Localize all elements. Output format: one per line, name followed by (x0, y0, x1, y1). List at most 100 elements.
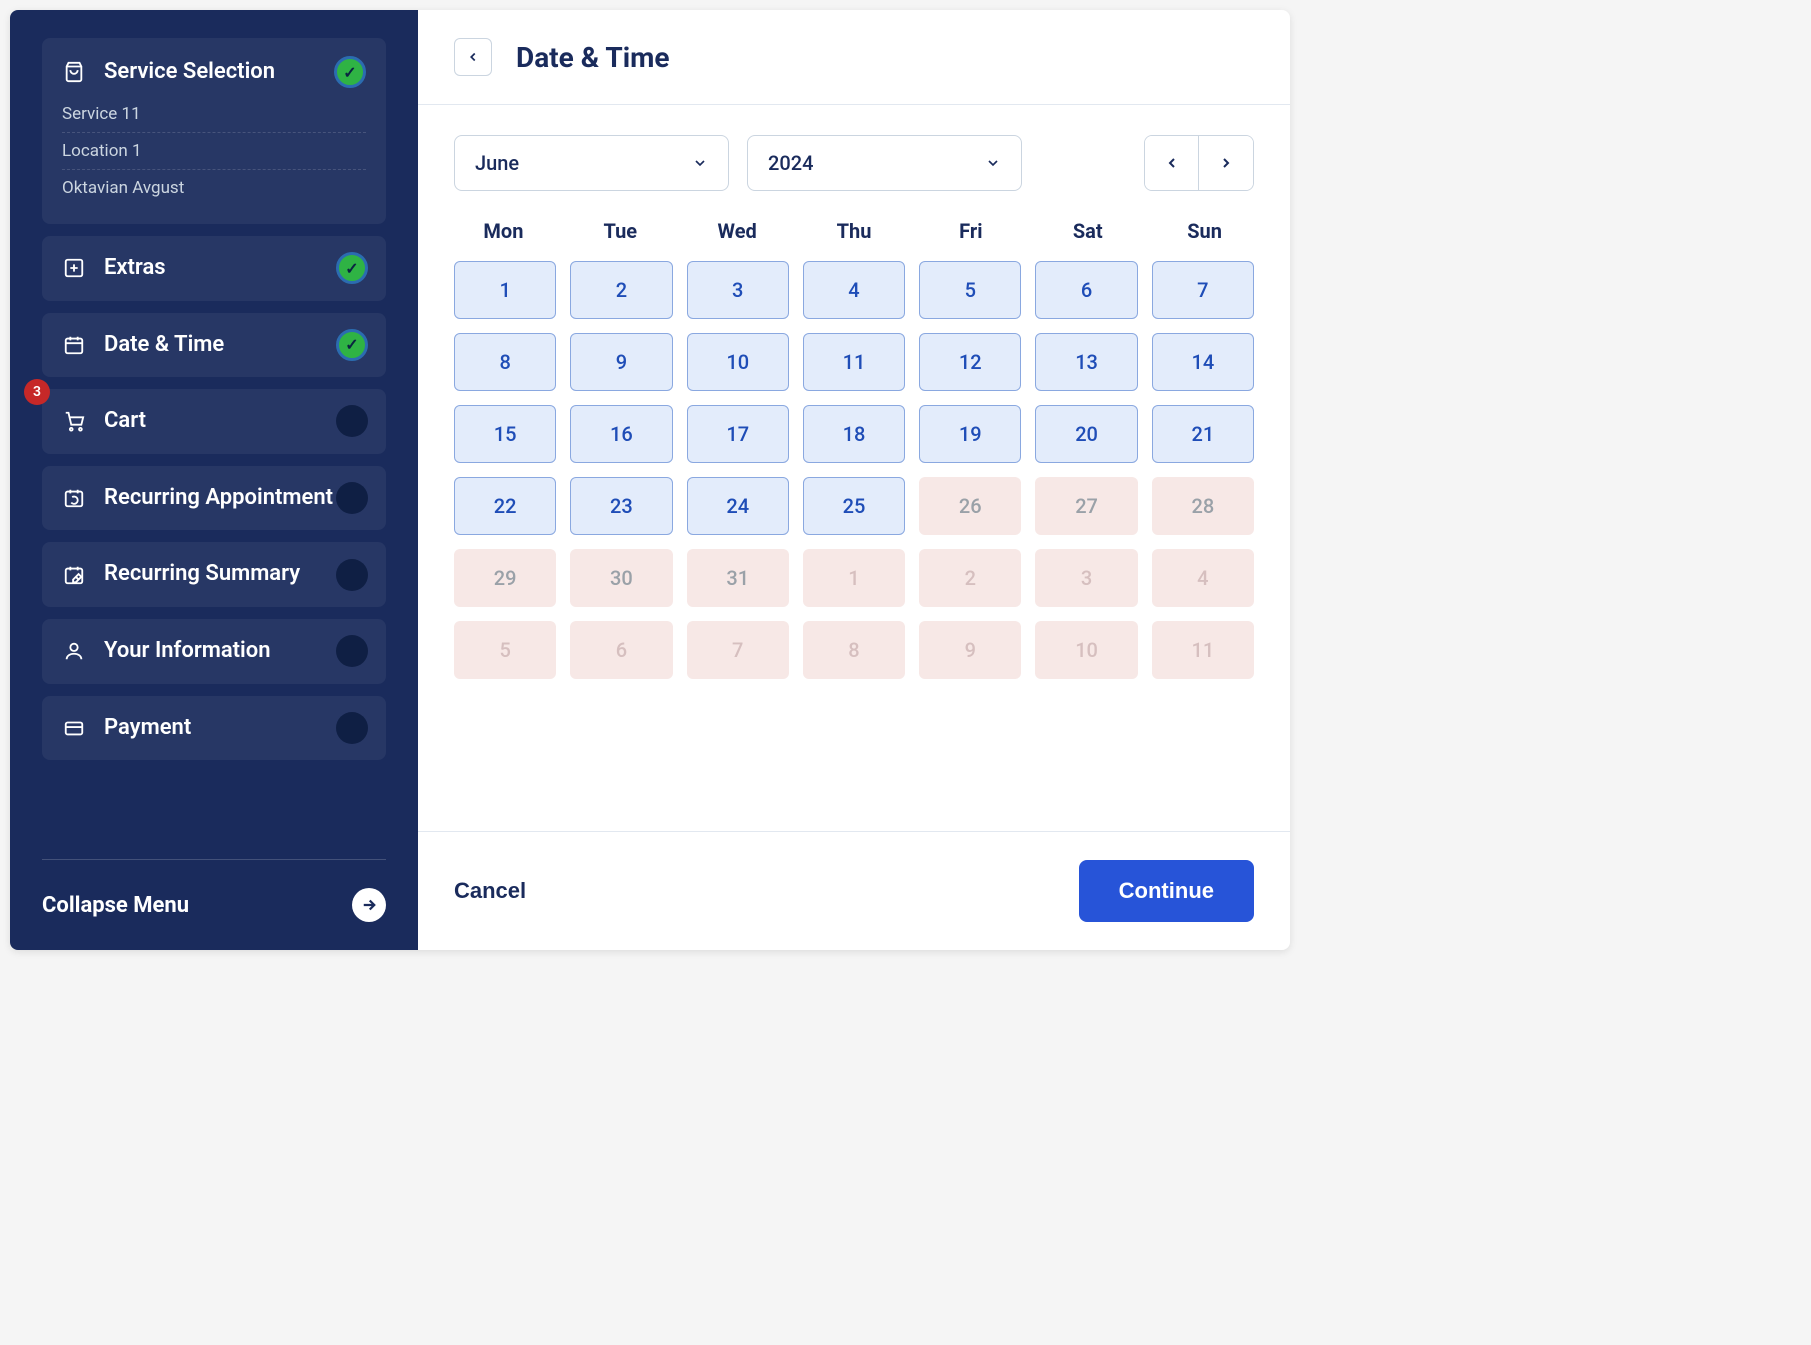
calendar-day: 10 (1035, 621, 1137, 679)
next-month-button[interactable] (1199, 136, 1253, 190)
main-panel: Date & Time June 2024 (418, 10, 1290, 950)
calendar-day: 11 (1152, 621, 1254, 679)
step-pending-icon (336, 405, 368, 437)
arrow-right-icon (352, 888, 386, 922)
step-label: Service Selection (104, 58, 275, 87)
calendar-day[interactable]: 20 (1035, 405, 1137, 463)
cart-badge: 3 (24, 379, 50, 405)
step-complete-icon (334, 56, 366, 88)
credit-card-icon (62, 716, 86, 740)
collapse-menu[interactable]: Collapse Menu (42, 859, 386, 950)
calendar-day: 3 (1035, 549, 1137, 607)
shopping-bag-icon (62, 60, 86, 84)
calendar-day[interactable]: 3 (687, 261, 789, 319)
weekday-label: Sun (1155, 219, 1254, 243)
plus-square-icon (62, 256, 86, 280)
calendar-day: 4 (1152, 549, 1254, 607)
step-recurring-summary[interactable]: Recurring Summary (42, 542, 386, 607)
calendar-day[interactable]: 17 (687, 405, 789, 463)
weekday-label: Thu (805, 219, 904, 243)
main-header: Date & Time (418, 10, 1290, 105)
chevron-left-icon (1164, 155, 1180, 171)
booking-steps-sidebar: Service Selection Service 11 Location 1 … (10, 10, 418, 950)
calendar-icon (62, 333, 86, 357)
calendar-day[interactable]: 13 (1035, 333, 1137, 391)
calendar-day: 6 (570, 621, 672, 679)
calendar-day[interactable]: 4 (803, 261, 905, 319)
calendar-day[interactable]: 14 (1152, 333, 1254, 391)
weekday-label: Tue (571, 219, 670, 243)
month-value: June (475, 151, 519, 175)
calendar-day[interactable]: 7 (1152, 261, 1254, 319)
calendar-day: 2 (919, 549, 1021, 607)
step-date-time[interactable]: Date & Time (42, 313, 386, 378)
step-label: Cart (104, 407, 146, 436)
weekday-label: Sat (1038, 219, 1137, 243)
step-label: Date & Time (104, 331, 224, 360)
calendar-day[interactable]: 9 (570, 333, 672, 391)
calendar-weekday-row: Mon Tue Wed Thu Fri Sat Sun (454, 219, 1254, 243)
cancel-button[interactable]: Cancel (454, 878, 526, 904)
prev-month-button[interactable] (1145, 136, 1199, 190)
calendar-day[interactable]: 12 (919, 333, 1021, 391)
calendar-day: 7 (687, 621, 789, 679)
calendar-day[interactable]: 10 (687, 333, 789, 391)
step-complete-icon (336, 252, 368, 284)
calendar-day[interactable]: 11 (803, 333, 905, 391)
step-label: Recurring Appointment (104, 484, 333, 513)
calendar-grid: 1234567891011121314151617181920212223242… (454, 261, 1254, 679)
chevron-right-icon (1218, 155, 1234, 171)
calendar-day: 9 (919, 621, 1021, 679)
step-label: Extras (104, 254, 166, 283)
month-nav-buttons (1144, 135, 1254, 191)
service-name: Service 11 (62, 96, 366, 133)
calendar-day[interactable]: 23 (570, 477, 672, 535)
step-complete-icon (336, 329, 368, 361)
step-label: Recurring Summary (104, 560, 300, 589)
calendar-day[interactable]: 8 (454, 333, 556, 391)
calendar-day[interactable]: 24 (687, 477, 789, 535)
collapse-label: Collapse Menu (42, 893, 189, 918)
step-your-information[interactable]: Your Information (42, 619, 386, 684)
calendar-day[interactable]: 21 (1152, 405, 1254, 463)
calendar-day: 30 (570, 549, 672, 607)
step-service-selection[interactable]: Service Selection Service 11 Location 1 … (42, 38, 386, 224)
step-label: Your Information (104, 637, 271, 666)
location-name: Location 1 (62, 133, 366, 170)
calendar-day[interactable]: 16 (570, 405, 672, 463)
calendar-day[interactable]: 22 (454, 477, 556, 535)
user-icon (62, 639, 86, 663)
calendar-day[interactable]: 1 (454, 261, 556, 319)
calendar: Mon Tue Wed Thu Fri Sat Sun 123456789101… (454, 219, 1254, 679)
employee-name: Oktavian Avgust (62, 170, 366, 206)
calendar-day[interactable]: 25 (803, 477, 905, 535)
step-pending-icon (336, 482, 368, 514)
back-button[interactable] (454, 38, 492, 76)
page-title: Date & Time (516, 41, 670, 74)
weekday-label: Fri (921, 219, 1020, 243)
calendar-day[interactable]: 2 (570, 261, 672, 319)
step-label: Payment (104, 714, 191, 743)
chevron-down-icon (692, 155, 708, 171)
continue-button[interactable]: Continue (1079, 860, 1254, 922)
weekday-label: Mon (454, 219, 553, 243)
calendar-day: 5 (454, 621, 556, 679)
step-extras[interactable]: Extras (42, 236, 386, 301)
calendar-day[interactable]: 19 (919, 405, 1021, 463)
step-pending-icon (336, 712, 368, 744)
weekday-label: Wed (688, 219, 787, 243)
calendar-day: 31 (687, 549, 789, 607)
step-pending-icon (336, 559, 368, 591)
month-select[interactable]: June (454, 135, 729, 191)
step-cart[interactable]: 3 Cart (42, 389, 386, 454)
calendar-day[interactable]: 6 (1035, 261, 1137, 319)
calendar-edit-icon (62, 563, 86, 587)
main-footer: Cancel Continue (418, 831, 1290, 950)
calendar-day[interactable]: 18 (803, 405, 905, 463)
chevron-left-icon (466, 50, 480, 64)
calendar-day[interactable]: 5 (919, 261, 1021, 319)
calendar-day[interactable]: 15 (454, 405, 556, 463)
year-select[interactable]: 2024 (747, 135, 1022, 191)
step-payment[interactable]: Payment (42, 696, 386, 761)
step-recurring-appointment[interactable]: Recurring Appointment (42, 466, 386, 531)
